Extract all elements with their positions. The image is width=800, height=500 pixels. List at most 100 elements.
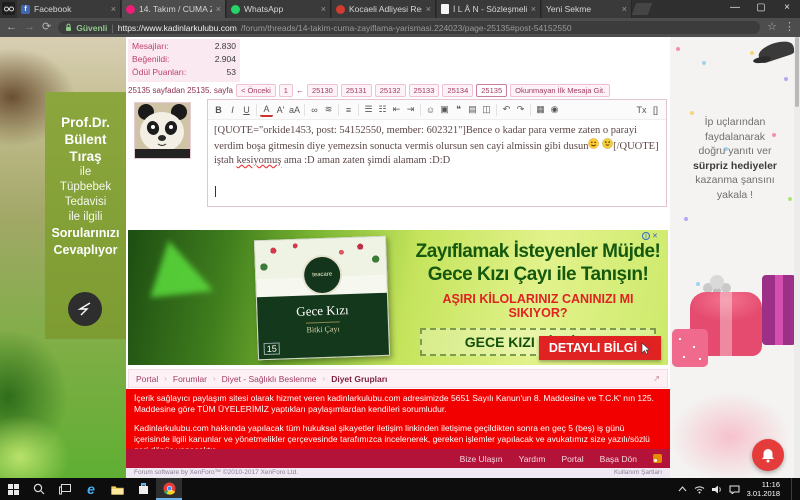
tab-forum-active[interactable]: 14. Takım / CUMA Zayıfla × (122, 0, 226, 18)
stat-value: 53 (227, 66, 236, 79)
rss-icon[interactable] (653, 454, 662, 463)
tab-whatsapp[interactable]: WhatsApp × (227, 0, 331, 18)
teacare-brand-badge: teacare (302, 254, 343, 295)
save-draft-icon[interactable]: ◫ (480, 102, 493, 117)
speaker-icon[interactable] (712, 485, 722, 494)
page-button-current[interactable]: 25135 (476, 84, 507, 97)
footer-link-portal[interactable]: Portal (561, 454, 583, 464)
avatar[interactable] (134, 102, 191, 159)
scrollbar-thumb[interactable] (795, 37, 799, 107)
back-icon[interactable]: ← (6, 18, 17, 37)
menu-dots-icon[interactable]: ⋮ (784, 18, 794, 37)
terms-link[interactable]: Kullanım Şartları (614, 468, 662, 478)
action-center-icon[interactable] (729, 485, 740, 494)
prev-page-button[interactable]: < Önceki (236, 84, 276, 97)
insert-image-icon[interactable]: ▣ (438, 102, 451, 117)
align-icon[interactable]: ≡ (342, 102, 355, 117)
close-button[interactable]: × (774, 0, 800, 16)
forward-icon[interactable]: → (24, 18, 35, 37)
ad-choices[interactable]: i ✕ (642, 232, 658, 240)
tab-label: Kocaeli Adliyesi Resmi İn (349, 4, 422, 14)
product-count: 15 (264, 343, 280, 356)
font-family-icon[interactable]: aA (288, 102, 301, 117)
numbered-list-icon[interactable]: ☷ (376, 102, 389, 117)
task-view-icon[interactable] (52, 478, 78, 500)
promo-line: faydalanarak (674, 130, 796, 145)
bold-icon[interactable]: B (212, 102, 225, 117)
tab-close-icon[interactable]: × (426, 5, 431, 14)
tab-ilan[interactable]: İ L Â N - Sözleşmeli Pe × (437, 0, 541, 18)
right-promo-ad[interactable]: İp uçlarından faydalanarak doğru yanıtı … (670, 37, 800, 478)
page-button[interactable]: 25134 (442, 84, 473, 97)
product-subtitle: Bitki Çayı (306, 321, 340, 334)
smilies-icon[interactable]: ☺ (424, 102, 437, 117)
indent-icon[interactable]: ⇥ (404, 102, 417, 117)
maximize-button[interactable]: ▢ (748, 0, 774, 16)
code-icon[interactable]: ▦ (534, 102, 547, 117)
footer-link-help[interactable]: Yardım (519, 454, 546, 464)
text-color-icon[interactable]: A (260, 102, 273, 117)
tab-close-icon[interactable]: × (622, 5, 627, 14)
outdent-icon[interactable]: ⇤ (390, 102, 403, 117)
page-button[interactable]: 25131 (341, 84, 372, 97)
bbcode-toggle-icon[interactable]: [] (649, 102, 662, 117)
redo-icon[interactable]: ↷ (514, 102, 527, 117)
ad-cta-button[interactable]: DETAYLI BİLGİ (539, 336, 661, 360)
taskbar-clock[interactable]: 11:16 3.01.2018 (747, 480, 784, 498)
rich-text-editor[interactable]: B I U A A' aA ∞ ≋ ≡ ☰ ☷ ⇤ ⇥ (207, 99, 667, 207)
page-button-1[interactable]: 1 (279, 84, 293, 97)
wifi-icon[interactable] (694, 485, 705, 494)
tea-ad-banner[interactable]: teacare Gece Kızı Bitki Çayı 15 Zayıflam… (128, 230, 668, 365)
tab-close-icon[interactable]: × (216, 5, 221, 14)
tab-new-tab[interactable]: Yeni Sekme × (542, 0, 632, 18)
ad-close-icon[interactable]: ✕ (652, 232, 658, 240)
italic-icon[interactable]: I (226, 102, 239, 117)
jump-unread-button[interactable]: Okunmayan İlk Mesaja Git. (510, 84, 610, 97)
minimize-button[interactable]: — (722, 0, 748, 16)
notification-fab[interactable] (752, 439, 784, 471)
breadcrumb-item-forumlar[interactable]: Forumlar (173, 374, 207, 384)
quote-icon[interactable]: ❝ (452, 102, 465, 117)
link-icon[interactable]: ∞ (308, 102, 321, 117)
ad-info-icon[interactable]: i (642, 232, 650, 240)
breadcrumb-item-diyet[interactable]: Diyet - Sağlıklı Beslenme (222, 374, 317, 384)
page-button[interactable]: 25132 (375, 84, 406, 97)
start-button[interactable] (0, 478, 26, 500)
footer-link-contact[interactable]: Bize Ulaşın (460, 454, 503, 464)
new-tab-button[interactable] (632, 3, 652, 15)
editor-text[interactable]: [QUOTE="orkide1453, post: 54152550, memb… (208, 120, 666, 172)
breadcrumb-expand-icon[interactable]: ↗ (653, 374, 660, 383)
remove-format-icon[interactable]: Tx (635, 102, 648, 117)
search-icon[interactable] (26, 478, 52, 500)
url-host: https://www.kadinlarkulubu.com (118, 23, 237, 33)
footer-link-top[interactable]: Başa Dön (600, 454, 637, 464)
bullet-list-icon[interactable]: ☰ (362, 102, 375, 117)
tab-close-icon[interactable]: × (111, 5, 116, 14)
edge-icon[interactable]: e (78, 478, 104, 500)
tray-chevron-icon[interactable] (678, 486, 687, 492)
gallery-icon[interactable]: ◉ (548, 102, 561, 117)
tab-close-icon[interactable]: × (531, 5, 536, 14)
breadcrumb-separator: › (164, 374, 167, 383)
font-size-icon[interactable]: A' (274, 102, 287, 117)
undo-icon[interactable]: ↶ (500, 102, 513, 117)
breadcrumb-item-current[interactable]: Diyet Grupları (331, 374, 387, 384)
page-button[interactable]: 25130 (307, 84, 338, 97)
breadcrumb-item-portal[interactable]: Portal (136, 374, 158, 384)
show-desktop-button[interactable] (791, 478, 794, 500)
page-button[interactable]: 25133 (409, 84, 440, 97)
unlink-icon[interactable]: ≋ (322, 102, 335, 117)
underline-icon[interactable]: U (240, 102, 253, 117)
file-explorer-icon[interactable] (104, 478, 130, 500)
tab-kocaeli[interactable]: Kocaeli Adliyesi Resmi İn × (332, 0, 436, 18)
windows-taskbar: e 11:16 3.01.2018 (0, 478, 800, 500)
chrome-icon[interactable] (156, 478, 182, 500)
store-icon[interactable] (130, 478, 156, 500)
media-icon[interactable]: ▤ (466, 102, 479, 117)
url-input[interactable]: Güvenli | https://www.kadinlarkulubu.com… (58, 21, 760, 34)
left-skyscraper-ad[interactable]: Prof.Dr. Bülent Tıraş ile Tüpbebek Tedav… (0, 37, 126, 478)
tab-facebook[interactable]: f Facebook × (17, 0, 121, 18)
bookmark-star-icon[interactable]: ☆ (767, 18, 777, 37)
reload-icon[interactable]: ⟳ (42, 18, 51, 37)
tab-close-icon[interactable]: × (321, 5, 326, 14)
